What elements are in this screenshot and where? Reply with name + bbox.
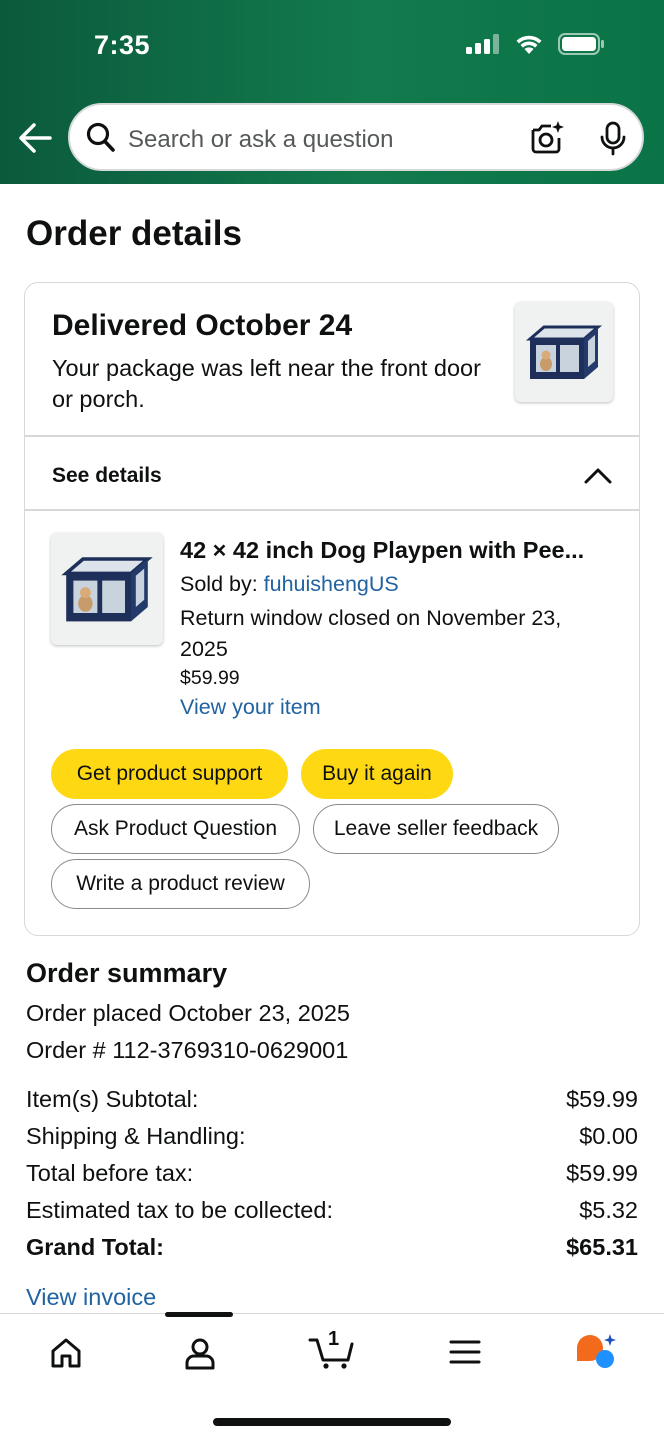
search-icon — [86, 122, 115, 152]
summary-row: Item(s) Subtotal: $59.99 — [26, 1086, 638, 1113]
return-window-text: Return window closed on November 23, 202… — [180, 606, 562, 661]
summary-value: $0.00 — [579, 1123, 638, 1149]
delivery-status-title: Delivered October 24 — [52, 309, 353, 342]
see-details-toggle[interactable]: See details — [52, 464, 162, 488]
camera-search-icon[interactable] — [528, 119, 566, 157]
app-header: 7:35 Search or ask a question — [0, 0, 664, 184]
chevron-up-icon[interactable] — [583, 461, 613, 491]
home-icon[interactable] — [49, 1336, 83, 1370]
ask-product-question-button[interactable]: Ask Product Question — [51, 804, 300, 854]
summary-value: $65.31 — [566, 1234, 638, 1260]
active-tab-indicator — [165, 1312, 233, 1317]
product-title[interactable]: 42 × 42 inch Dog Playpen with Pee... — [180, 537, 620, 564]
view-item-link[interactable]: View your item — [180, 695, 321, 720]
summary-label: Estimated tax to be collected: — [26, 1197, 333, 1223]
playpen-image — [525, 325, 603, 379]
delivery-thumbnail[interactable] — [515, 302, 613, 402]
sold-by-label: Sold by: — [180, 572, 264, 596]
summary-value: $59.99 — [566, 1086, 638, 1112]
search-input[interactable]: Search or ask a question — [128, 126, 394, 154]
bottom-nav: 1 — [0, 1312, 664, 1440]
card-divider — [25, 509, 639, 511]
summary-row: Total before tax: $59.99 — [26, 1160, 638, 1187]
summary-label: Shipping & Handling: — [26, 1123, 246, 1149]
write-product-review-button[interactable]: Write a product review — [51, 859, 310, 909]
page-title: Order details — [26, 214, 242, 253]
status-icons — [466, 33, 606, 55]
summary-row: Shipping & Handling: $0.00 — [26, 1123, 638, 1150]
back-arrow-icon[interactable] — [16, 120, 56, 156]
summary-label: Item(s) Subtotal: — [26, 1086, 199, 1112]
order-placed-date: Order placed October 23, 2025 — [26, 1000, 350, 1026]
rufus-icon[interactable] — [574, 1332, 618, 1370]
status-time: 7:35 — [94, 30, 151, 60]
buy-it-again-button[interactable]: Buy it again — [301, 749, 453, 799]
order-card: Delivered October 24 Your package was le… — [24, 282, 640, 936]
cart-count-badge: 1 — [328, 1328, 340, 1350]
view-invoice-link[interactable]: View invoice — [26, 1284, 156, 1311]
product-thumbnail[interactable] — [51, 533, 163, 645]
delivery-message: Your package was left near the front doo… — [52, 355, 481, 412]
wifi-icon — [516, 35, 542, 54]
order-number: Order # 112-3769310-0629001 — [26, 1037, 349, 1063]
item-price: $59.99 — [180, 667, 240, 689]
summary-row: Estimated tax to be collected: $5.32 — [26, 1197, 638, 1224]
get-product-support-button[interactable]: Get product support — [51, 749, 288, 799]
leave-seller-feedback-button[interactable]: Leave seller feedback — [313, 804, 559, 854]
menu-icon[interactable] — [449, 1338, 481, 1366]
order-summary-title: Order summary — [26, 958, 228, 988]
summary-value: $5.32 — [579, 1197, 638, 1223]
signal-icon — [466, 34, 499, 54]
account-icon[interactable] — [183, 1336, 217, 1370]
seller-link[interactable]: fuhuishengUS — [264, 572, 399, 596]
battery-icon — [558, 33, 604, 55]
playpen-image — [61, 557, 153, 622]
summary-label: Total before tax: — [26, 1160, 194, 1186]
sold-by: Sold by: fuhuishengUS — [180, 572, 399, 597]
home-indicator — [213, 1418, 451, 1426]
card-divider — [25, 435, 639, 437]
summary-label: Grand Total: — [26, 1234, 164, 1260]
summary-value: $59.99 — [566, 1160, 638, 1186]
microphone-icon[interactable] — [598, 121, 628, 157]
grand-total-row: Grand Total: $65.31 — [26, 1234, 638, 1261]
search-bar[interactable]: Search or ask a question — [68, 103, 644, 171]
cart-button[interactable]: 1 — [308, 1328, 356, 1370]
